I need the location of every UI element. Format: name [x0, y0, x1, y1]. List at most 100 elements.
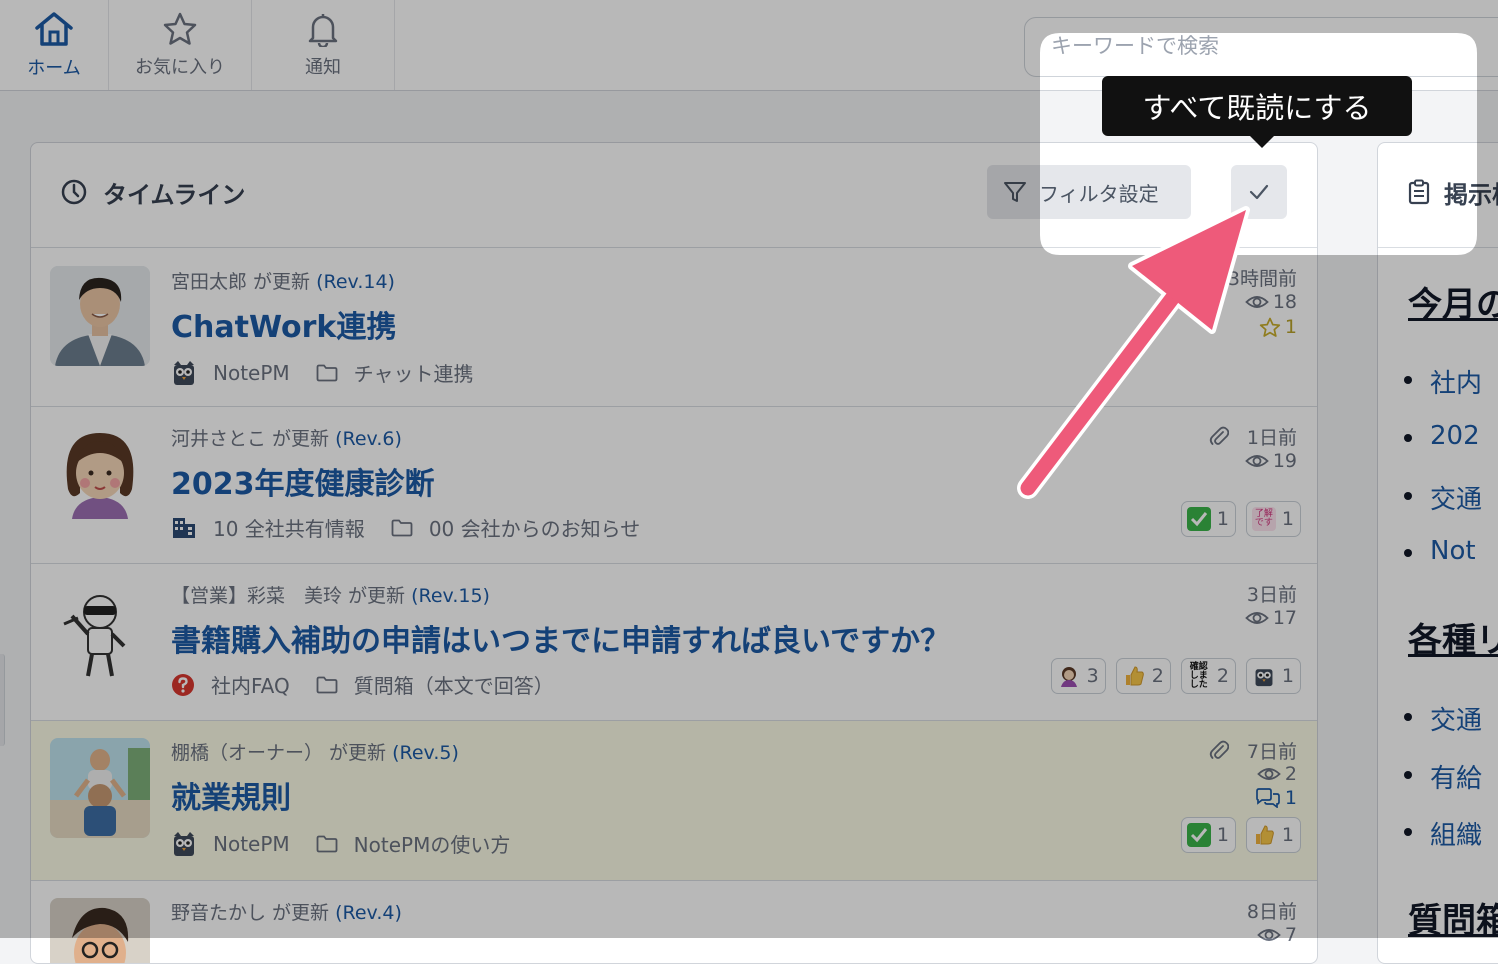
entry-title[interactable]: 2023年度健康診断 [171, 459, 435, 503]
reaction-owl[interactable]: 1 [1245, 658, 1301, 694]
check-mark-emoji [1186, 507, 1211, 531]
board-link[interactable]: 交通 [1403, 700, 1482, 737]
comment-count-value: 1 [1284, 787, 1297, 809]
entry-time: 8日前 [1246, 901, 1297, 923]
reaction-raising-hand[interactable]: 3 [1050, 658, 1106, 694]
notebook-link[interactable]: NotePM [213, 361, 290, 385]
reaction-check[interactable]: 1 [1180, 501, 1236, 537]
tab-home-label: ホーム [27, 58, 81, 79]
reaction-list: 1 了解です 1 [1180, 501, 1301, 537]
entry-meta: 宮田太郎 が更新 (Rev.14) [171, 267, 395, 294]
bell-icon [308, 14, 338, 47]
notebook-link[interactable]: NotePM [213, 832, 290, 856]
avatar [50, 580, 150, 680]
notebook-link[interactable]: 10 全社共有情報 [213, 513, 365, 542]
reaction-count: 1 [1281, 665, 1294, 687]
check-mark-emoji [1186, 823, 1211, 847]
building-icon [173, 517, 195, 538]
reaction-kakunin[interactable]: 確認しました 2 [1180, 658, 1236, 694]
folder-link[interactable]: NotePMの使い方 [354, 829, 511, 858]
avatar [50, 266, 150, 366]
author-name[interactable]: 【営業】彩菜 美玲 [171, 585, 342, 607]
action-text: が更新 [266, 428, 336, 450]
board-header: 掲示板 [1378, 143, 1498, 248]
view-count: 17 [1245, 607, 1297, 629]
entry-meta: 野音たかし が更新 (Rev.4) [171, 898, 402, 925]
notebook-link[interactable]: 社内FAQ [211, 670, 290, 699]
timeline-entry[interactable]: 【営業】彩菜 美玲 が更新 (Rev.15) 書籍購入補助の申請はいつまでに申請… [31, 564, 1317, 721]
board-link[interactable]: 有給 [1403, 758, 1482, 795]
star-count[interactable]: 1 [1259, 316, 1297, 338]
search-input[interactable] [1025, 18, 1481, 74]
author-name[interactable]: 野音たかし [171, 902, 266, 924]
board-link[interactable]: 社内 [1403, 363, 1482, 400]
timeline-title: タイムライン [103, 181, 246, 209]
mark-all-read-button[interactable] [1231, 165, 1287, 219]
revision-label[interactable]: (Rev.5) [392, 742, 459, 764]
revision-label[interactable]: (Rev.14) [316, 271, 395, 293]
avatar [50, 898, 150, 963]
timeline-header: タイムライン フィルタ設定 [31, 143, 1317, 248]
reaction-count: 2 [1151, 665, 1164, 687]
side-tab-handle[interactable] [0, 654, 5, 746]
timeline-entry[interactable]: 河井さとこ が更新 (Rev.6) 2023年度健康診断 10 全社共有情報 0… [31, 407, 1317, 564]
timeline-entry[interactable]: 野音たかし が更新 (Rev.4) 8日前 7 [31, 881, 1317, 963]
reaction-thumbs-up[interactable]: 1 [1245, 817, 1301, 853]
board-link[interactable]: 交通 [1403, 479, 1482, 516]
comment-count[interactable]: 1 [1255, 787, 1297, 809]
folder-link[interactable]: チャット連携 [354, 358, 474, 387]
board-link[interactable]: Not [1404, 536, 1476, 566]
board-heading: 今月の [1408, 285, 1498, 325]
action-text: が更新 [247, 271, 317, 293]
entry-time: 3日前 [1246, 584, 1297, 606]
author-name[interactable]: 棚橋（オーナー） [171, 742, 323, 764]
board-link[interactable]: 202 [1404, 421, 1480, 451]
revision-label[interactable]: (Rev.15) [411, 585, 490, 607]
entry-title[interactable]: 就業規則 [171, 773, 291, 817]
breadcrumb: 社内FAQ 質問箱（本文で回答） [171, 670, 554, 699]
view-count-value: 7 [1284, 924, 1297, 946]
entry-title[interactable]: 書籍購入補助の申請はいつまでに申請すれば良いですか？ [171, 616, 950, 660]
view-count: 19 [1245, 450, 1297, 472]
entry-title[interactable]: ChatWork連携 [171, 302, 396, 346]
mark-all-read-tooltip: すべて既読にする [1102, 76, 1412, 148]
folder-link[interactable]: 質問箱（本文で回答） [354, 670, 554, 699]
action-text: が更新 [323, 742, 393, 764]
tab-notifications[interactable]: 通知 [252, 0, 395, 90]
view-count-value: 2 [1284, 763, 1297, 785]
entry-time: 1日前 [1246, 427, 1297, 449]
board-title: 掲示板 [1444, 181, 1498, 209]
clipboard-icon [1408, 179, 1430, 205]
tab-favorites-label: お気に入り [135, 57, 225, 78]
timeline-card: タイムライン フィルタ設定 宮田太郎 が更新 (Rev.14) ChatWork… [30, 142, 1318, 964]
ryoukai-desu-stamp: 了解です [1251, 507, 1276, 531]
folder-icon [316, 364, 338, 381]
action-text: が更新 [266, 902, 336, 924]
folder-link[interactable]: 00 会社からのお知らせ [429, 513, 640, 542]
timeline-entry[interactable]: 棚橋（オーナー） が更新 (Rev.5) 就業規則 NotePM NotePMの… [31, 721, 1317, 881]
folder-icon [391, 519, 413, 536]
timeline-entry[interactable]: 宮田太郎 が更新 (Rev.14) ChatWork連携 NotePM チャット… [31, 248, 1317, 407]
eye-icon [1245, 296, 1269, 308]
tab-home[interactable]: ホーム [0, 0, 109, 90]
revision-label[interactable]: (Rev.4) [335, 902, 402, 924]
board-link[interactable]: 組織 [1403, 815, 1482, 852]
reaction-count: 1 [1281, 824, 1294, 846]
folder-icon [316, 676, 338, 693]
view-count-value: 19 [1272, 450, 1297, 472]
author-name[interactable]: 河井さとこ [171, 428, 266, 450]
author-name[interactable]: 宮田太郎 [171, 271, 247, 293]
reaction-count: 1 [1216, 824, 1229, 846]
filter-settings-button[interactable]: フィルタ設定 [987, 165, 1191, 219]
revision-label[interactable]: (Rev.6) [335, 428, 402, 450]
view-count-value: 18 [1272, 291, 1297, 313]
board-card: 掲示板 今月の 社内 202 交通 Not 各種リ 交通 有給 組織 質問箱 [1377, 142, 1498, 964]
breadcrumb: NotePM チャット連携 [171, 358, 473, 387]
reaction-check[interactable]: 1 [1180, 817, 1236, 853]
search-box[interactable] [1024, 17, 1498, 77]
reaction-ryoukai[interactable]: 了解です 1 [1245, 501, 1301, 537]
entry-time: 3時間前 [1227, 268, 1297, 290]
tab-favorites[interactable]: お気に入り [109, 0, 252, 90]
reaction-thumbs-up[interactable]: 2 [1115, 658, 1171, 694]
reaction-count: 2 [1216, 665, 1229, 687]
